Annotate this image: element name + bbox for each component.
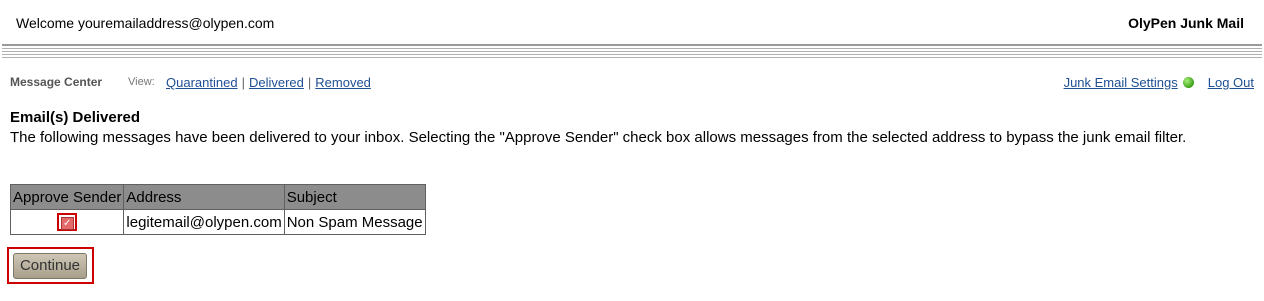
junk-email-settings-link[interactable]: Junk Email Settings (1064, 75, 1178, 90)
column-header-address: Address (123, 184, 285, 210)
approve-sender-checkbox[interactable]: ✓ (60, 217, 74, 230)
table-header-row: Approve Sender Address Subject (9, 184, 426, 210)
approve-sender-highlight: ✓ (57, 213, 78, 231)
page-title: Email(s) Delivered (10, 109, 141, 126)
page-description: The following messages have been deliver… (10, 129, 1187, 146)
link-separator: | (241, 75, 245, 90)
table-row: ✓ legitemail@olypen.com Non Spam Message (9, 209, 426, 235)
column-header-subject: Subject (283, 184, 426, 210)
green-status-dot-icon (1182, 77, 1194, 88)
approve-sender-cell: ✓ (9, 209, 125, 235)
column-header-approve-sender: Approve Sender (9, 184, 125, 210)
logout-link[interactable]: Log Out (1208, 75, 1254, 90)
view-links: Quarantined | Delivered | Removed (166, 75, 371, 90)
view-link-quarantined[interactable]: Quarantined (166, 75, 238, 90)
account-links: Junk Email Settings Log Out (1064, 75, 1254, 90)
sender-address: legitemail@olypen.com (123, 209, 285, 235)
continue-highlight: Continue (7, 247, 94, 284)
link-separator: | (307, 75, 312, 90)
nav-row: Message Center View: Quarantined | Deliver… (0, 74, 1264, 94)
view-link-delivered[interactable]: Delivered (249, 75, 304, 90)
messages-table: Approve Sender Address Subject ✓ legitem… (9, 184, 426, 235)
brand-title: OlyPen Junk Mail (1128, 15, 1244, 31)
view-label: View: (128, 76, 155, 88)
view-link-removed[interactable]: Removed (315, 75, 371, 90)
message-subject: Non Spam Message (283, 209, 426, 235)
continue-button[interactable]: Continue (13, 253, 87, 279)
top-bar: Welcome youremailaddress@olypen.com OlyP… (0, 0, 1264, 44)
welcome-text: Welcome youremailaddress@olypen.com (16, 15, 275, 31)
header-divider (2, 44, 1262, 60)
section-label: Message Center (10, 75, 103, 89)
